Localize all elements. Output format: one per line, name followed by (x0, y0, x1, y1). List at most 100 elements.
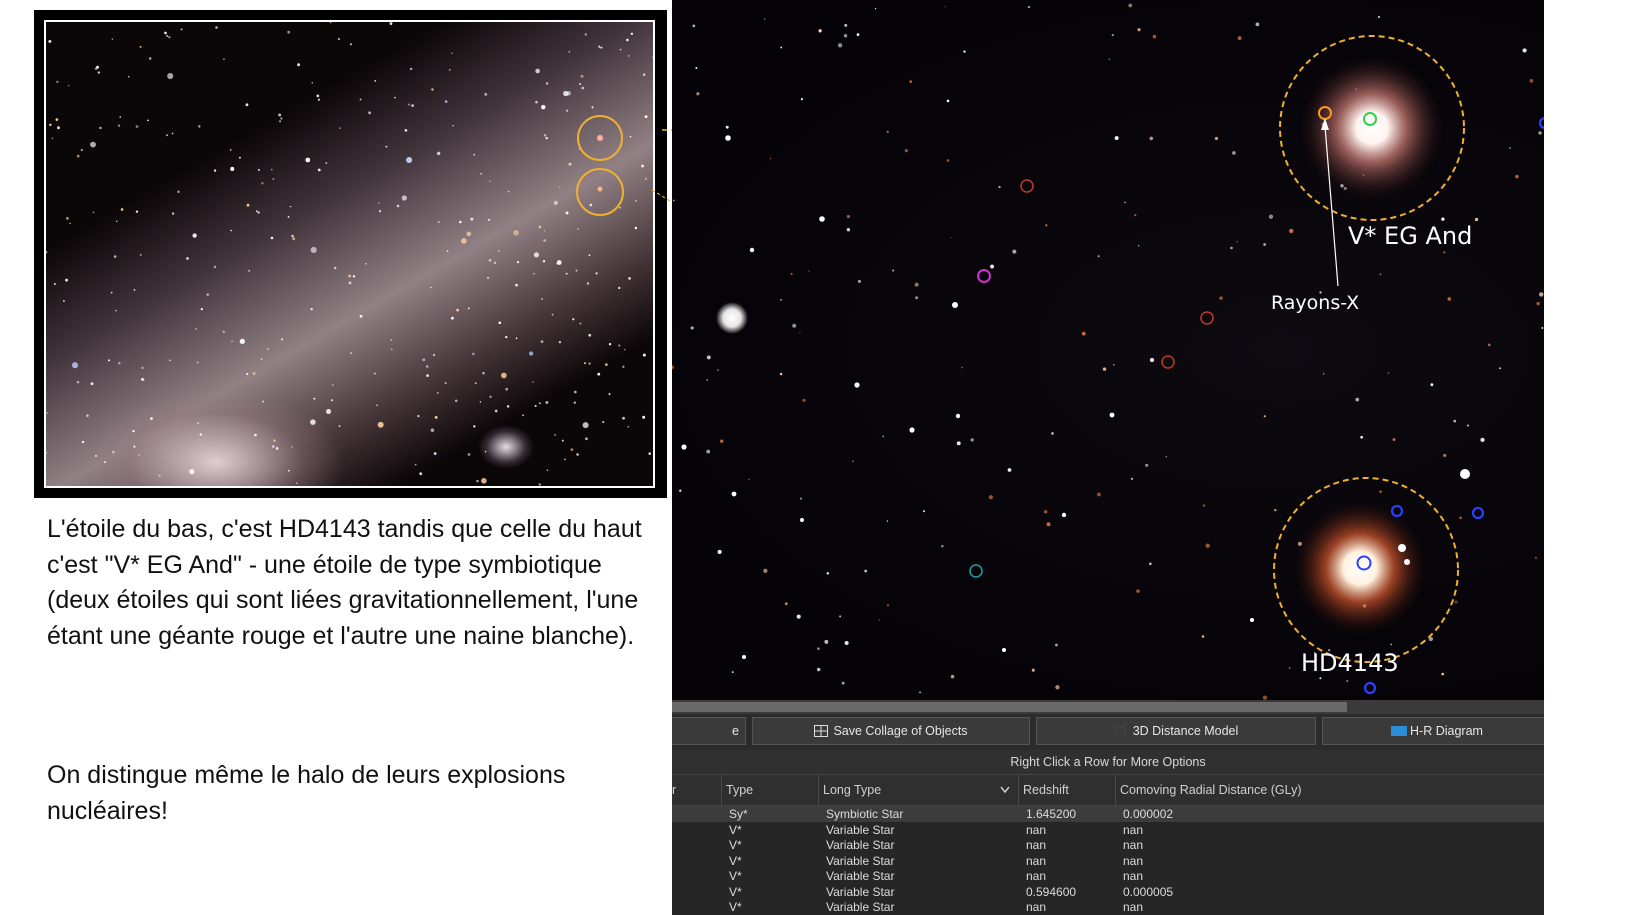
sky-star (1128, 3, 1133, 8)
sky-star (792, 323, 797, 328)
sky-star (1499, 367, 1502, 370)
save-collage-button[interactable]: Save Collage of Objects (752, 717, 1030, 745)
table-row[interactable]: V* Variable Star nan nan (672, 899, 1544, 915)
sky-star (1043, 510, 1048, 514)
sky-star (1460, 469, 1470, 479)
cell-type: V* (729, 853, 742, 868)
table-row[interactable]: V* Variable Star nan nan (672, 837, 1544, 853)
scrollbar-thumb[interactable] (672, 702, 1347, 712)
sky-star (944, 6, 946, 8)
sky-star (841, 681, 845, 685)
sky-star (763, 568, 768, 573)
sky-star (854, 382, 860, 388)
sky-star (769, 157, 772, 160)
marker-blue (1363, 681, 1377, 695)
sky-star (824, 639, 829, 644)
sky-star (892, 269, 895, 272)
sky-star (1081, 331, 1086, 336)
sky-star (998, 185, 1001, 189)
sky-star (941, 545, 944, 548)
sky-star (1108, 58, 1111, 61)
sky-star (790, 272, 793, 276)
sky-star (1392, 438, 1396, 441)
sky-star (1443, 251, 1446, 254)
sky-star (1289, 228, 1294, 234)
sky-star (922, 510, 925, 513)
sky-star (808, 270, 810, 272)
cell-redshift: nan (1026, 838, 1047, 852)
sky-star (1202, 504, 1206, 507)
cell-type: V* (729, 884, 742, 899)
label-eg-and: V* EG And (1348, 222, 1473, 250)
sky-star (1236, 240, 1238, 243)
cube-icon (1114, 725, 1128, 737)
sky-star (1346, 680, 1349, 683)
sky-star (864, 569, 868, 573)
horizontal-scrollbar[interactable] (672, 700, 1544, 714)
distance-model-button[interactable]: 3D Distance Model (1036, 717, 1316, 745)
marker-blue (1471, 506, 1485, 520)
table-row[interactable]: V* Variable Star nan nan (672, 853, 1544, 869)
sky-star (970, 438, 974, 442)
sky-star (990, 264, 995, 269)
sky-star (725, 135, 731, 141)
sky-star (946, 99, 950, 103)
sky-star (1274, 508, 1277, 512)
sky-star (1136, 589, 1140, 593)
sky-star (799, 332, 801, 334)
sky-star (1459, 516, 1462, 520)
diagram-icon (1391, 725, 1408, 737)
sky-star (844, 23, 848, 27)
table-row[interactable]: V* Variable Star nan nan (672, 868, 1544, 884)
sky-star (1250, 618, 1254, 622)
sky-star (839, 615, 842, 618)
column-header-type[interactable]: Type (721, 775, 818, 806)
sky-star (780, 46, 783, 49)
column-header-redshift[interactable]: Redshift (1018, 775, 1115, 806)
sky-star (1012, 249, 1017, 254)
sky-star (1387, 372, 1390, 374)
sky-star (1219, 296, 1223, 300)
sky-star (843, 34, 848, 38)
sky-star (690, 326, 694, 330)
cell-type: V* (729, 822, 742, 837)
hr-diagram-button[interactable]: H-R Diagram (1322, 717, 1544, 745)
sky-star (1230, 246, 1233, 250)
chevron-down-icon (1000, 775, 1010, 806)
sky-star (837, 43, 843, 48)
column-header-long-type[interactable]: Long Type (818, 775, 1018, 806)
sky-star (909, 427, 915, 433)
cell-distance: 0.000005 (1123, 884, 1174, 899)
sky-star (1124, 201, 1127, 204)
sky-star (780, 298, 783, 301)
sky-star (706, 355, 711, 360)
sky-star (681, 444, 687, 450)
column-header-distance[interactable]: Comoving Radial Distance (GLy) (1115, 775, 1544, 806)
cell-long-type: Symbiotic Star (826, 807, 904, 821)
sky-star (1322, 373, 1325, 375)
sky-star (1149, 136, 1154, 141)
sky-star (706, 379, 709, 381)
sky-star (886, 130, 889, 133)
sky-star (950, 674, 955, 679)
sky-star (1205, 543, 1210, 548)
sky-star (886, 520, 889, 522)
marker-red (1200, 311, 1214, 325)
partial-button[interactable]: e (672, 717, 746, 745)
sky-star (1390, 643, 1392, 646)
cell-distance: nan (1123, 838, 1144, 852)
column-header-partial[interactable]: r (672, 775, 718, 806)
table-row[interactable]: Sy* Symbiotic Star 1.645200 0.000002 (672, 806, 1544, 822)
label-rayons-x: Rayons-X (1271, 292, 1360, 314)
sky-star (679, 489, 682, 492)
sky-star (692, 24, 696, 28)
table-hint: Right Click a Row for More Options (672, 750, 1544, 774)
sky-star (1051, 432, 1054, 435)
sky-star (886, 604, 890, 607)
table-row[interactable]: V* Variable Star nan nan (672, 822, 1544, 838)
sky-star (1137, 245, 1140, 247)
sky-star (1237, 36, 1242, 41)
table-row[interactable]: V* Variable Star 0.594600 0.000005 (672, 884, 1544, 900)
sky-view[interactable]: V* EG And Rayons-X HD4143 (672, 0, 1544, 700)
sky-star (1007, 468, 1012, 472)
